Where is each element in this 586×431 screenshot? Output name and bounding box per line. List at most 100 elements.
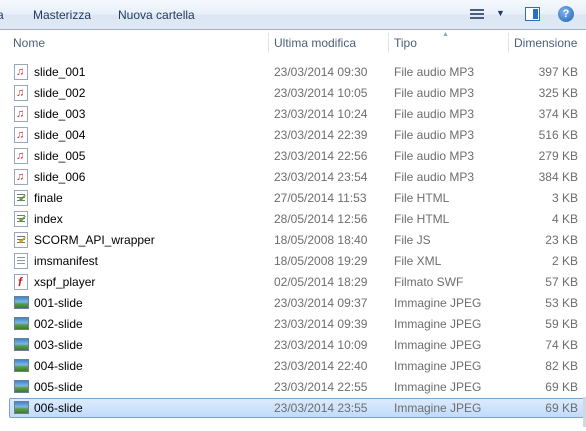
file-type: File XML: [394, 254, 442, 268]
column-divider[interactable]: [508, 33, 509, 53]
file-name: slide_003: [34, 107, 86, 121]
file-name: 006-slide: [34, 401, 83, 415]
burn-button[interactable]: Masterizza: [33, 8, 91, 22]
jpeg-image-icon: [14, 317, 29, 330]
jpeg-image-icon: [14, 338, 29, 351]
file-row[interactable]: slide_003 23/03/2014 10:24 File audio MP3 3…: [0, 104, 586, 125]
change-view-icon[interactable]: [470, 8, 484, 21]
file-modified-date: 23/03/2014 22:55: [274, 380, 368, 394]
mp3-audio-icon: [14, 85, 28, 101]
file-row[interactable]: slide_001 23/03/2014 09:30 File audio MP3 3…: [0, 62, 586, 83]
file-row[interactable]: 001-slide 23/03/2014 09:37 Immagine JPEG 53…: [0, 293, 586, 314]
column-header-size[interactable]: Dimensione: [514, 31, 577, 55]
file-size: 69 KB: [545, 401, 578, 415]
column-header-date[interactable]: Ultima modifica: [274, 31, 356, 55]
file-name: finale: [34, 191, 63, 205]
mp3-audio-icon: [14, 148, 28, 164]
mp3-audio-icon: [14, 64, 28, 80]
file-type: File JS: [394, 233, 431, 247]
file-type: Immagine JPEG: [394, 296, 482, 310]
file-modified-date: 23/03/2014 10:05: [274, 86, 368, 100]
preview-pane-icon[interactable]: [525, 7, 540, 21]
file-row[interactable]: 005-slide 23/03/2014 22:55 Immagine JPEG 69…: [0, 377, 586, 398]
file-row[interactable]: 006-slide 23/03/2014 23:55 Immagine JPEG 69…: [0, 398, 586, 419]
file-type: Immagine JPEG: [394, 380, 482, 394]
column-header-row: Nome Ultima modifica ▲ Tipo Dimensione: [0, 31, 586, 55]
file-name: slide_006: [34, 170, 86, 184]
file-size: 374 KB: [538, 107, 578, 121]
file-name: imsmanifest: [34, 254, 99, 268]
file-type: File audio MP3: [394, 128, 475, 142]
swf-file-icon: [14, 274, 28, 290]
toolbar-cut-item[interactable]: a: [0, 8, 4, 22]
mp3-audio-icon: [14, 127, 28, 143]
file-row[interactable]: imsmanifest 18/05/2008 19:29 File XML 2 KB: [0, 251, 586, 272]
column-header-type[interactable]: Tipo: [394, 31, 417, 55]
file-modified-date: 27/05/2014 11:53: [274, 191, 367, 205]
file-name: slide_002: [34, 86, 86, 100]
file-name: slide_005: [34, 149, 86, 163]
jpeg-image-icon: [14, 359, 29, 372]
column-divider[interactable]: [388, 33, 389, 53]
file-modified-date: 23/03/2014 23:54: [274, 170, 368, 184]
file-size: 384 KB: [538, 170, 578, 184]
file-type: Filmato SWF: [394, 275, 464, 289]
file-size: 23 KB: [545, 233, 578, 247]
file-modified-date: 23/03/2014 09:30: [274, 65, 368, 79]
file-type: File audio MP3: [394, 170, 475, 184]
file-name: 005-slide: [34, 380, 83, 394]
xml-file-icon: [14, 253, 28, 269]
file-modified-date: 02/05/2014 18:29: [274, 275, 368, 289]
file-type: Immagine JPEG: [394, 338, 482, 352]
file-modified-date: 18/05/2008 18:40: [274, 233, 368, 247]
file-row[interactable]: slide_002 23/03/2014 10:05 File audio MP3 3…: [0, 83, 586, 104]
file-row[interactable]: 002-slide 23/03/2014 09:39 Immagine JPEG 59…: [0, 314, 586, 335]
file-size: 397 KB: [538, 65, 578, 79]
file-size: 53 KB: [545, 296, 578, 310]
file-size: 69 KB: [545, 380, 578, 394]
command-bar: a Masterizza Nuova cartella ▼ ?: [0, 0, 586, 30]
file-row[interactable]: index 28/05/2014 12:56 File HTML 4 KB: [0, 209, 586, 230]
file-modified-date: 23/03/2014 09:39: [274, 317, 368, 331]
file-row[interactable]: 003-slide 23/03/2014 10:09 Immagine JPEG 74…: [0, 335, 586, 356]
column-divider[interactable]: [268, 33, 269, 53]
file-type: File HTML: [394, 191, 450, 205]
mp3-audio-icon: [14, 106, 28, 122]
file-modified-date: 23/03/2014 22:56: [274, 149, 368, 163]
file-size: 2 KB: [551, 254, 578, 268]
file-modified-date: 23/03/2014 10:24: [274, 107, 368, 121]
help-icon[interactable]: ?: [558, 6, 574, 22]
file-type: File audio MP3: [394, 86, 475, 100]
file-size: 74 KB: [545, 338, 578, 352]
file-row[interactable]: xspf_player 02/05/2014 18:29 Filmato SWF 57…: [0, 272, 586, 293]
file-size: 4 KB: [551, 212, 578, 226]
file-name: 004-slide: [34, 359, 83, 373]
file-type: File audio MP3: [394, 107, 475, 121]
file-type: Immagine JPEG: [394, 401, 482, 415]
file-name: 003-slide: [34, 338, 83, 352]
file-row[interactable]: slide_004 23/03/2014 22:39 File audio MP3 5…: [0, 125, 586, 146]
new-folder-button[interactable]: Nuova cartella: [118, 8, 195, 22]
file-name: SCORM_API_wrapper: [34, 233, 155, 247]
file-type: File HTML: [394, 212, 450, 226]
file-modified-date: 18/05/2008 19:29: [274, 254, 368, 268]
sort-ascending-icon: ▲: [442, 31, 449, 38]
file-name: 002-slide: [34, 317, 83, 331]
file-name: slide_004: [34, 128, 86, 142]
file-type: Immagine JPEG: [394, 359, 482, 373]
column-header-name[interactable]: Nome: [13, 31, 45, 55]
file-row[interactable]: finale 27/05/2014 11:53 File HTML 3 KB: [0, 188, 586, 209]
file-row[interactable]: slide_005 23/03/2014 22:56 File audio MP3 2…: [0, 146, 586, 167]
file-modified-date: 23/03/2014 23:55: [274, 401, 368, 415]
file-size: 279 KB: [538, 149, 578, 163]
file-modified-date: 23/03/2014 22:40: [274, 359, 368, 373]
file-row[interactable]: SCORM_API_wrapper 18/05/2008 18:40 File JS…: [0, 230, 586, 251]
file-row[interactable]: slide_006 23/03/2014 23:54 File audio MP3 3…: [0, 167, 586, 188]
jpeg-image-icon: [14, 380, 29, 393]
view-options-dropdown-icon[interactable]: ▼: [496, 8, 505, 18]
file-name: index: [34, 212, 63, 226]
file-type: File audio MP3: [394, 149, 475, 163]
file-name: slide_001: [34, 65, 86, 79]
file-modified-date: 23/03/2014 22:39: [274, 128, 368, 142]
file-row[interactable]: 004-slide 23/03/2014 22:40 Immagine JPEG 82…: [0, 356, 586, 377]
